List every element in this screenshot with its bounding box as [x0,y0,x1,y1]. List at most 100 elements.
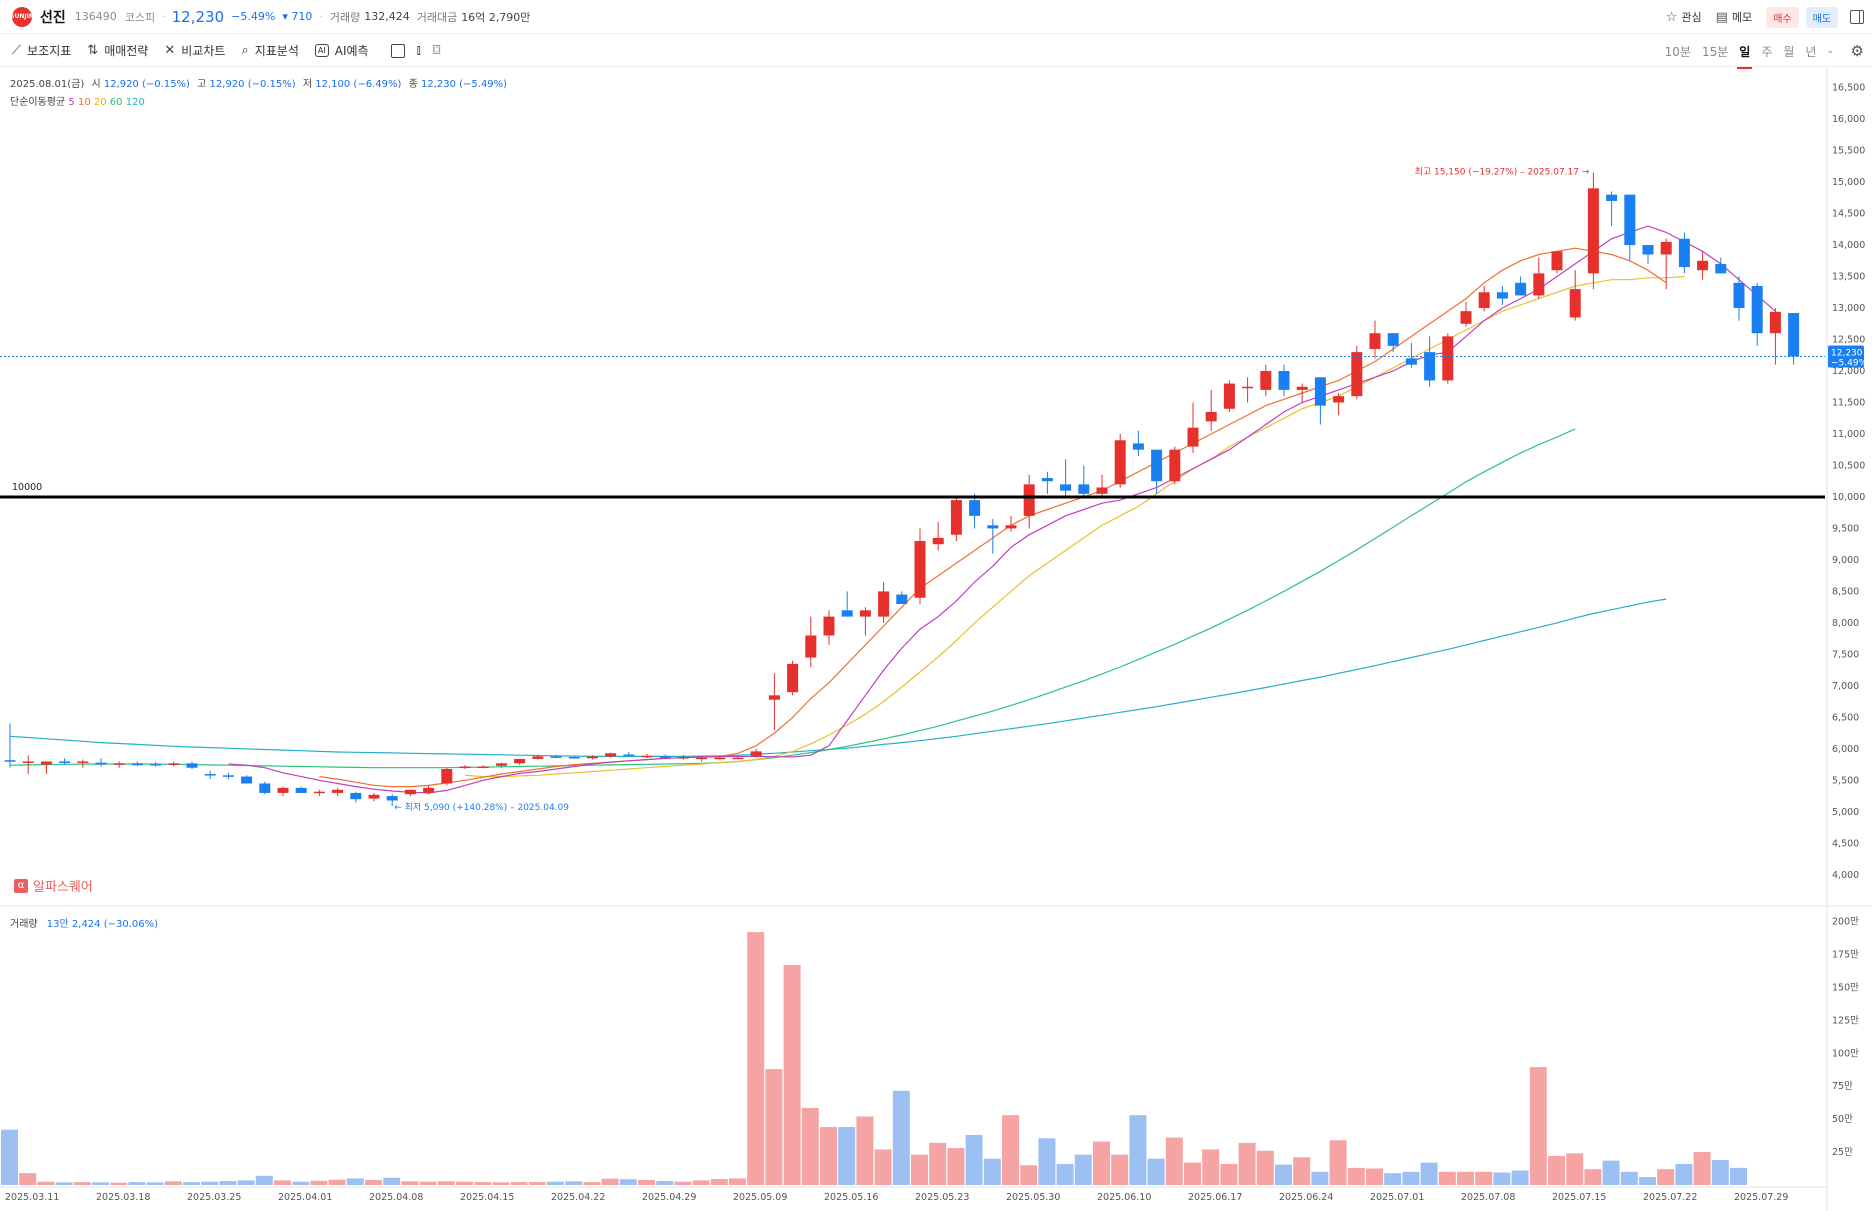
gear-icon[interactable]: ⚙ [1851,42,1864,60]
volume-tick-label: 25만 [1832,1147,1853,1158]
candle-body [896,594,908,605]
volume-bar [55,1182,73,1185]
volume-bar [965,1134,983,1185]
period-week[interactable]: 주 [1761,43,1772,60]
volume-bar [383,1177,401,1185]
volume-bar [1347,1167,1365,1185]
volume-bar [1238,1142,1256,1185]
ai-icon: AI [314,44,329,57]
ohlc-info: 2025.08.01(금) 시 12,920 (−0.15%) 고 12,920… [10,75,507,90]
period-year[interactable]: 년 [1805,43,1816,60]
current-price-badge-pct: −5.49% [1831,359,1868,369]
volume-bar [474,1182,492,1185]
candle-body [641,755,653,758]
volume-bar [1584,1169,1602,1185]
memo-button[interactable]: ▤ 메모 [1716,9,1753,25]
candle-body [914,541,926,598]
stock-name[interactable]: 선진 [40,7,66,27]
sell-button[interactable]: 매도 [1805,6,1838,28]
x-tick-label: 2025.07.08 [1461,1192,1515,1203]
price-chart[interactable]: 4,000 4,500 5,000 5,500 6,000 6,500 7,000 7,500… [0,67,1872,1211]
candle-body [623,754,635,757]
candle-body [950,500,962,535]
candle-body [1624,194,1636,246]
period-month[interactable]: 월 [1783,43,1794,60]
x-tick-label: 2025.07.15 [1552,1192,1606,1203]
layout-square-icon[interactable] [390,43,405,58]
candle-body [295,787,307,793]
candle-body [222,775,234,777]
candle-body [477,766,489,768]
volume-bar [583,1182,601,1185]
volume-bar [1329,1140,1347,1185]
watch-button[interactable]: ☆ 관심 [1666,9,1702,25]
buy-button[interactable]: 매수 [1766,6,1799,28]
period-10min[interactable]: 10분 [1665,43,1691,60]
period-15min[interactable]: 15분 [1702,43,1728,60]
volume-bar [929,1142,947,1185]
volume-info-label: 거래량 [10,919,38,930]
volume-bar [492,1182,510,1185]
volume-bar [1620,1171,1638,1185]
volume-bar [1693,1152,1711,1185]
volume-tick-label: 150만 [1832,982,1859,993]
indicators-button[interactable]: ⟋ 보조지표 [12,42,71,59]
compare-label: 비교차트 [181,44,226,58]
period-day[interactable]: 일 [1737,43,1753,69]
x-tick-label: 2025.03.18 [96,1192,150,1203]
candle-body [1351,352,1363,397]
candle-body [1278,370,1290,390]
strategy-button[interactable]: ⇅ 매매전략 [87,42,148,59]
support-line-label: 10000 [12,482,42,493]
y-tick-label: 15,500 [1832,146,1865,157]
candle-body [150,763,162,766]
high-label: 고 [197,79,207,90]
chevron-down-icon[interactable]: ⌄ [1826,46,1834,56]
ai-predict-button[interactable]: AI AI예측 [314,42,369,59]
volume-bar [292,1181,310,1185]
volume-bar [1,1129,18,1185]
candle-body [1660,241,1672,255]
candle-body [768,695,780,700]
volume-bar [528,1182,546,1185]
volume-bar [656,1181,674,1185]
stock-header: SUNJIN 선진 136490 코스피 · 12,230 −5.49% ▾ 7… [0,0,1872,34]
analysis-label: 지표분석 [254,44,299,58]
volume-bar [1366,1168,1383,1185]
ma-legend[interactable]: 단순이동평균 5 10 20 60 120 [10,93,145,108]
y-tick-label: 14,000 [1832,240,1865,251]
candle-body [841,610,853,617]
x-tick-label: 2025.04.08 [369,1192,423,1203]
candle-body [987,525,999,529]
volume-bar [674,1181,692,1185]
volume-bar [1256,1150,1274,1185]
candle-body [113,763,125,765]
volume-bar [765,1069,783,1185]
candle-body [1715,263,1727,274]
volume-bar [801,1107,819,1185]
candle-body [1442,336,1454,381]
side-panel-icon[interactable] [1850,10,1864,24]
volume-tick-label: 75만 [1832,1081,1853,1092]
shuffle-icon: ✕ [164,43,176,58]
candle-body [1096,487,1108,494]
candle-body [787,663,799,693]
candle-type-icon[interactable]: ⫾ [417,43,421,58]
volume-value: 132,424 [364,10,410,23]
volume-tick-label: 175만 [1832,950,1859,961]
candle-body [1606,194,1618,201]
y-tick-label: 15,000 [1832,177,1865,188]
candle-body [1060,484,1072,491]
y-tick-label: 4,000 [1832,870,1859,881]
ma5-legend: 5 [68,97,75,108]
volume-bar [783,965,801,1185]
x-tick-label: 2025.07.01 [1370,1192,1424,1203]
candle-body [1132,443,1144,450]
x-tick-label: 2025.05.16 [824,1192,878,1203]
y-tick-label: 5,500 [1832,775,1859,786]
open-label: 시 [91,79,101,90]
compare-button[interactable]: ✕ 비교차트 [164,42,225,59]
camera-icon[interactable]: ⌼ [433,43,441,58]
analysis-button[interactable]: ⌕ 지표분석 [241,42,298,59]
volume-tick-label: 125만 [1832,1015,1859,1026]
